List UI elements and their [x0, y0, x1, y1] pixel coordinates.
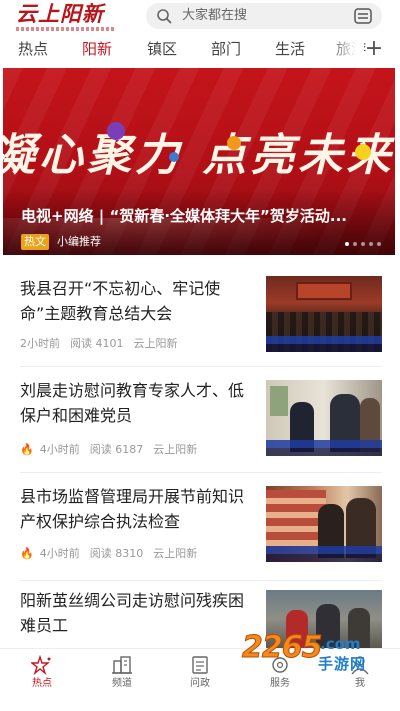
pager-dot[interactable]: [361, 242, 365, 246]
watermark-domain: .com: [320, 635, 361, 653]
thumb-caption-band: [266, 448, 382, 456]
app-screen: 云上阳新 大家都在搜 热点 阳新 镇区 部门 生活 旅游 + 凝: [0, 0, 400, 711]
pager-dot[interactable]: [353, 242, 357, 246]
thumb-caption-band: [266, 336, 382, 344]
news-reads: 阅读 4101: [70, 337, 124, 350]
tabs-fade: [328, 36, 364, 64]
logo-text: 云上阳新: [16, 1, 104, 26]
news-source: 云上阳新: [133, 337, 178, 350]
news-thumbnail[interactable]: [266, 276, 382, 352]
news-reads: 阅读 6187: [89, 443, 144, 456]
document-icon: [192, 656, 208, 674]
thumb-window: [270, 386, 288, 416]
nav-label: 热点: [32, 678, 52, 689]
tab-towns[interactable]: 镇区: [147, 38, 177, 60]
news-thumbnail[interactable]: [266, 380, 382, 456]
banner-meta: 热文 小编推荐: [21, 234, 101, 250]
nav-politics[interactable]: 问政: [170, 651, 230, 695]
nav-hot[interactable]: 热点: [12, 651, 72, 695]
nav-label: 问政: [190, 678, 210, 689]
site-watermark: 2265 .com 手游网: [232, 628, 382, 688]
news-time: 4小时前: [39, 443, 80, 456]
search-icon: [157, 9, 172, 24]
watermark-number: 2265: [242, 630, 323, 666]
hot-badge: 热文: [21, 234, 49, 250]
tab-departments[interactable]: 部门: [211, 38, 241, 60]
news-source: 云上阳新: [153, 443, 198, 456]
news-time: 2小时前: [20, 337, 60, 350]
divider: [20, 580, 382, 581]
news-title[interactable]: 阳新茧丝绸公司走访慰问残疾困难员工: [20, 588, 252, 638]
banner-dot-purple: [107, 122, 125, 140]
banner-source: 小编推荐: [57, 235, 101, 248]
news-reads: 阅读 8310: [89, 547, 144, 560]
banner-dot-blue: [169, 152, 179, 162]
add-channel-icon[interactable]: +: [364, 37, 384, 61]
news-title[interactable]: 我县召开“不忘初心、牢记使命”主题教育总结大会: [20, 276, 252, 326]
footer-strip: [0, 696, 400, 711]
news-meta: 2小时前 阅读 4101 云上阳新: [20, 336, 178, 352]
banner-slogan: 凝心聚力 点亮未来: [3, 130, 395, 181]
pager-dot[interactable]: [369, 242, 373, 246]
banner-carousel[interactable]: 凝心聚力 点亮未来 电视+网络 | “贺新春·全媒体拜大年”贺岁活动... 热文…: [3, 68, 395, 255]
thumb-shelf: [266, 490, 326, 546]
carousel-pager[interactable]: [341, 242, 381, 246]
category-tabs: 热点 阳新 镇区 部门 生活 旅游 +: [0, 36, 400, 64]
top-bar: 云上阳新 大家都在搜: [0, 0, 400, 34]
news-item[interactable]: 刘晨走访慰问教育专家人才、低保户和困难党员 🔥 4小时前 阅读 6187 云上阳新: [0, 368, 400, 470]
watermark-name: 手游网: [318, 655, 367, 673]
divider: [20, 472, 382, 473]
banner-dot-yellow: [355, 144, 371, 160]
news-title[interactable]: 县市场监督管理局开展节前知识产权保护综合执法检查: [20, 484, 252, 534]
tab-yangxin[interactable]: 阳新: [82, 38, 112, 60]
fire-icon: 🔥: [20, 547, 34, 560]
logo-subline: [16, 27, 114, 31]
search-bar[interactable]: 大家都在搜: [146, 3, 382, 29]
news-item[interactable]: 县市场监督管理局开展节前知识产权保护综合执法检查 🔥 4小时前 阅读 8310 云上阳…: [0, 474, 400, 578]
thumb-caption-band: [266, 344, 382, 352]
app-logo[interactable]: 云上阳新: [16, 2, 114, 32]
fire-icon: 🔥: [20, 443, 34, 456]
news-time: 4小时前: [39, 547, 80, 560]
search-input[interactable]: 大家都在搜: [182, 7, 247, 25]
pager-dot[interactable]: [377, 242, 381, 246]
buildings-icon: [112, 656, 132, 674]
thumb-stage: [296, 282, 352, 300]
thumb-caption-band: [266, 440, 382, 448]
nav-channels[interactable]: 频道: [92, 651, 152, 695]
news-title[interactable]: 刘晨走访慰问教育专家人才、低保户和困难党员: [20, 378, 252, 428]
thumb-caption-band: [266, 554, 382, 562]
star-sparkle-icon: [31, 655, 51, 675]
news-thumbnail[interactable]: [266, 486, 382, 562]
banner-dot-orange: [227, 136, 241, 150]
tab-hot[interactable]: 热点: [18, 38, 48, 60]
banner-title[interactable]: 电视+网络 | “贺新春·全媒体拜大年”贺岁活动...: [21, 205, 387, 227]
news-item[interactable]: 我县召开“不忘初心、牢记使命”主题教育总结大会 2小时前 阅读 4101 云上阳新: [0, 264, 400, 364]
divider: [20, 366, 382, 367]
pager-dot[interactable]: [345, 242, 349, 246]
news-meta: 🔥 4小时前 阅读 6187 云上阳新: [20, 442, 197, 458]
scan-icon[interactable]: [354, 8, 372, 24]
nav-label: 频道: [112, 678, 132, 689]
news-meta: 🔥 4小时前 阅读 8310 云上阳新: [20, 546, 197, 562]
tab-life[interactable]: 生活: [275, 38, 305, 60]
thumb-caption-band: [266, 546, 382, 554]
news-source: 云上阳新: [153, 547, 198, 560]
